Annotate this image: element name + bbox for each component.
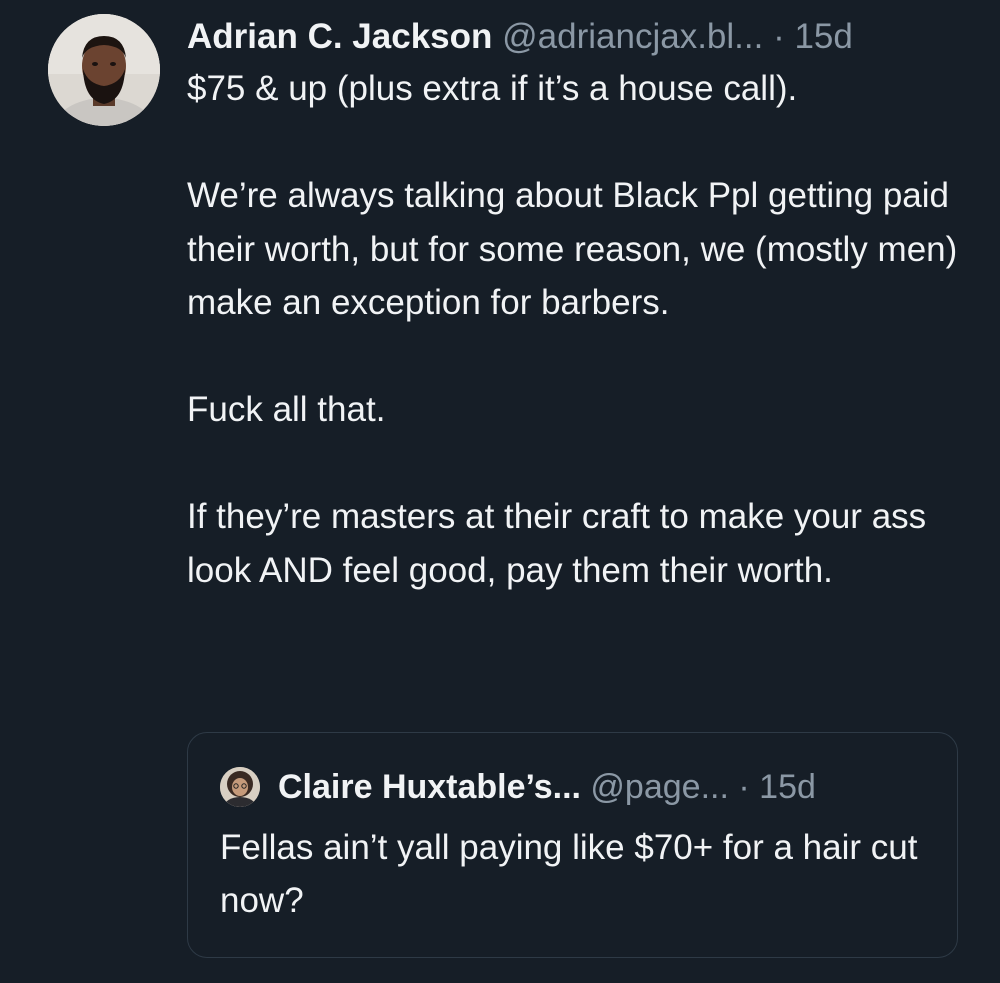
separator-dot: · [773,17,785,56]
quoted-post-text: Fellas ain’t yall paying like $70+ for a… [220,828,918,920]
post-paragraph: We’re always talking about Black Ppl get… [187,176,958,322]
post-paragraph: If they’re masters at their craft to mak… [187,497,927,590]
author-display-name[interactable]: Adrian C. Jackson [187,17,492,56]
quoted-author-handle[interactable]: @page... [590,768,729,806]
author-avatar[interactable] [48,14,160,126]
post-header: Adrian C. Jackson @adriancjax.bl... · 15… [187,12,977,62]
post-paragraph: Fuck all that. [187,390,386,429]
post-content: Adrian C. Jackson @adriancjax.bl... · 15… [187,12,977,597]
post-paragraph: $75 & up (plus extra if it’s a house cal… [187,69,798,108]
quoted-author-display-name[interactable]: Claire Huxtable’s... [278,768,581,806]
quoted-author-avatar[interactable] [220,767,260,807]
quoted-post-timestamp[interactable]: 15d [759,768,816,806]
post-body: $75 & up (plus extra if it’s a house cal… [187,62,977,597]
quoted-post-header: Claire Huxtable’s... @page... · 15d [278,763,816,811]
quoted-post-card[interactable]: Claire Huxtable’s... @page... · 15d Fell… [187,732,958,958]
author-handle[interactable]: @adriancjax.bl... [502,17,763,56]
post[interactable]: Adrian C. Jackson @adriancjax.bl... · 15… [0,0,1000,983]
separator-dot: · [738,768,750,806]
post-timestamp[interactable]: 15d [794,17,852,56]
user-avatar-icon [48,14,160,126]
user-avatar-icon [220,767,260,807]
